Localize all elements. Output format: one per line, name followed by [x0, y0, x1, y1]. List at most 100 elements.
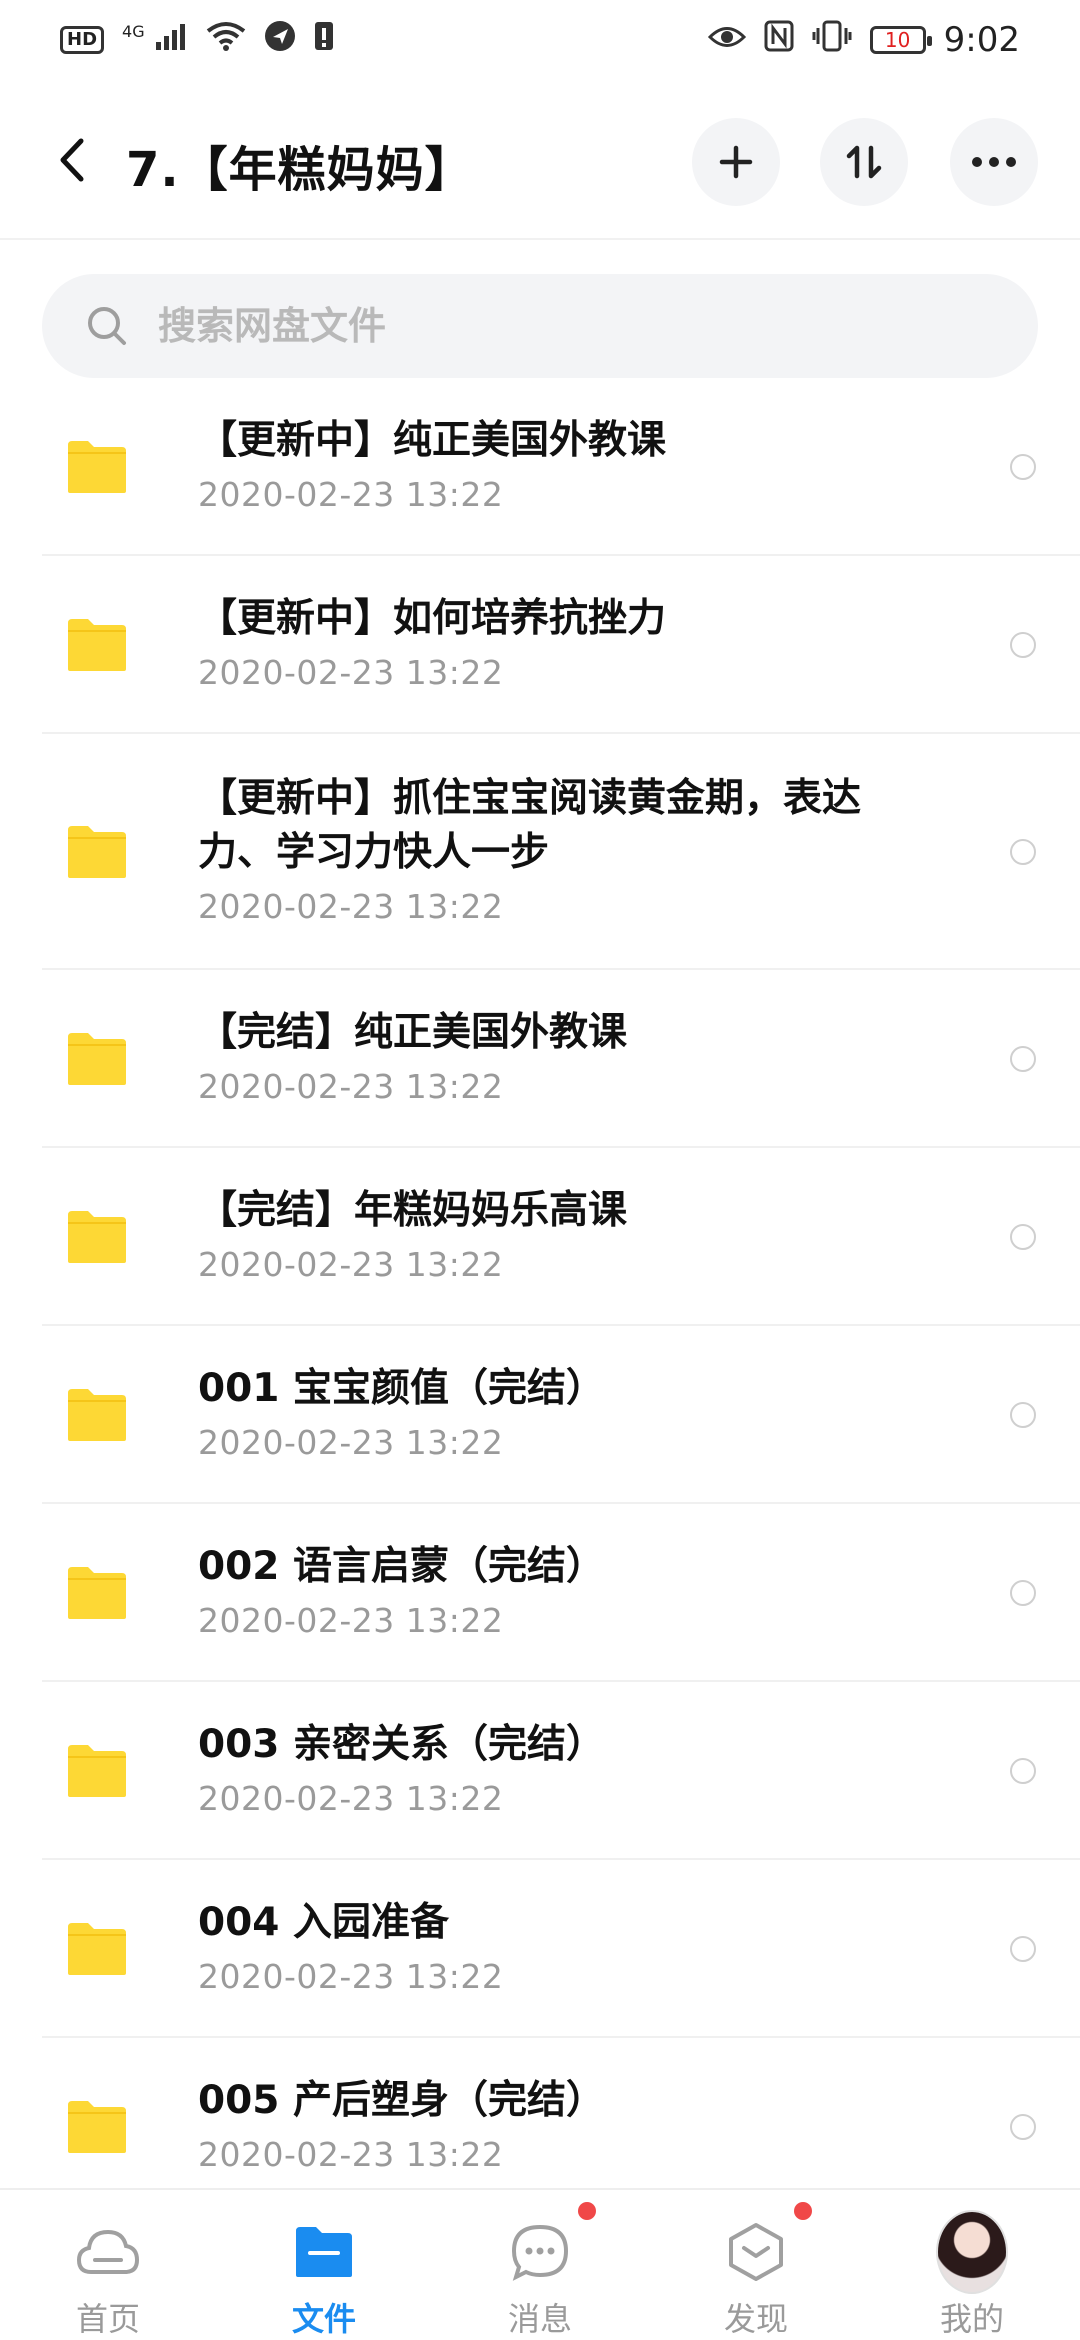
- file-text: 001 宝宝颜值（完结） 2020-02-23 13:22: [198, 1362, 918, 1468]
- nav-profile[interactable]: 我的: [864, 2190, 1080, 2340]
- plus-icon: [719, 145, 753, 179]
- file-date: 2020-02-23 13:22: [198, 1423, 504, 1462]
- nav-messages[interactable]: 消息: [432, 2190, 648, 2340]
- sort-icon: [846, 145, 882, 179]
- file-text: 【更新中】纯正美国外教课 2020-02-23 13:22: [198, 414, 918, 520]
- avatar: [936, 2210, 1008, 2294]
- file-date: 2020-02-23 13:22: [198, 475, 504, 514]
- status-right: 10 9:02: [707, 20, 1020, 60]
- nav-home[interactable]: 首页: [0, 2190, 216, 2340]
- file-name: 【完结】纯正美国外教课: [198, 1010, 628, 1055]
- nav-label: 消息: [507, 2300, 572, 2338]
- search-bar[interactable]: [42, 274, 1038, 378]
- status-time: 9:02: [943, 20, 1020, 60]
- file-date: 2020-02-23 13:22: [198, 653, 504, 692]
- file-text: 【更新中】如何培养抗挫力 2020-02-23 13:22: [198, 592, 918, 698]
- file-text: 002 语言启蒙（完结） 2020-02-23 13:22: [198, 1540, 918, 1646]
- file-row[interactable]: 【更新中】抓住宝宝阅读黄金期，表达力、学习力快人一步 2020-02-23 13…: [0, 734, 1080, 970]
- select-radio[interactable]: [1010, 839, 1036, 865]
- file-text: 004 入园准备 2020-02-23 13:22: [198, 1896, 918, 2002]
- file-date: 2020-02-23 13:22: [198, 1957, 504, 1996]
- sort-button[interactable]: [820, 118, 908, 206]
- file-row[interactable]: 【完结】年糕妈妈乐高课 2020-02-23 13:22: [0, 1148, 1080, 1326]
- file-row[interactable]: 001 宝宝颜值（完结） 2020-02-23 13:22: [0, 1326, 1080, 1504]
- select-radio[interactable]: [1010, 2114, 1036, 2140]
- network-label: 4G: [122, 22, 145, 41]
- folder-icon: [68, 1745, 126, 1797]
- file-row[interactable]: 002 语言启蒙（完结） 2020-02-23 13:22: [0, 1504, 1080, 1682]
- file-name: 005 产后塑身（完结）: [198, 2078, 605, 2123]
- folder-icon: [68, 2101, 126, 2153]
- folder-icon: [288, 2216, 360, 2288]
- select-radio[interactable]: [1010, 454, 1036, 480]
- file-name: 【更新中】纯正美国外教课: [198, 418, 667, 463]
- select-radio[interactable]: [1010, 1224, 1036, 1250]
- file-row[interactable]: 【更新中】如何培养抗挫力 2020-02-23 13:22: [0, 556, 1080, 734]
- nav-discover[interactable]: 发现: [648, 2190, 864, 2340]
- file-row[interactable]: 004 入园准备 2020-02-23 13:22: [0, 1860, 1080, 2038]
- file-row[interactable]: 003 亲密关系（完结） 2020-02-23 13:22: [0, 1682, 1080, 1860]
- file-date: 2020-02-23 13:22: [198, 1779, 504, 1818]
- file-date: 2020-02-23 13:22: [198, 1601, 504, 1640]
- eye-icon: [707, 23, 746, 58]
- search-icon: [88, 307, 126, 345]
- discover-icon: [720, 2216, 792, 2288]
- select-radio[interactable]: [1010, 1580, 1036, 1606]
- status-bar: HD 4G 10 9:02: [0, 0, 1080, 80]
- folder-icon: [68, 1211, 126, 1263]
- file-text: 005 产后塑身（完结） 2020-02-23 13:22: [198, 2074, 918, 2180]
- folder-icon: [68, 826, 126, 878]
- folder-icon: [68, 619, 126, 671]
- more-icon: [972, 157, 1016, 167]
- message-icon: [504, 2216, 576, 2288]
- hd-badge: HD: [60, 26, 105, 54]
- page-title: 7.【年糕妈妈】: [126, 142, 474, 198]
- file-row[interactable]: 【更新中】纯正美国外教课 2020-02-23 13:22: [0, 378, 1080, 556]
- nav-files[interactable]: 文件: [216, 2190, 432, 2340]
- battery-icon: 10: [869, 26, 932, 54]
- file-date: 2020-02-23 13:22: [198, 1067, 504, 1106]
- notification-dot: [794, 2202, 812, 2220]
- file-row[interactable]: 【完结】纯正美国外教课 2020-02-23 13:22: [0, 970, 1080, 1148]
- alert-icon: [314, 20, 334, 60]
- file-text: 003 亲密关系（完结） 2020-02-23 13:22: [198, 1718, 918, 1824]
- select-radio[interactable]: [1010, 1402, 1036, 1428]
- nav-label: 首页: [75, 2300, 140, 2338]
- app-screen: HD 4G 10 9:02 7.【年糕妈妈】 搜索网盘文件 【更新中】纯正美国外…: [0, 0, 1080, 2340]
- file-name: 002 语言启蒙（完结）: [198, 1544, 605, 1589]
- file-text: 【完结】年糕妈妈乐高课 2020-02-23 13:22: [198, 1184, 918, 1290]
- header-bar: 7.【年糕妈妈】: [0, 80, 1080, 240]
- file-name: 【更新中】如何培养抗挫力: [198, 596, 667, 641]
- select-radio[interactable]: [1010, 1046, 1036, 1072]
- more-button[interactable]: [950, 118, 1038, 206]
- status-left: HD 4G: [60, 20, 334, 60]
- folder-icon: [68, 1567, 126, 1619]
- wifi-icon: [206, 21, 246, 59]
- user-avatar: [936, 2210, 1008, 2294]
- folder-icon: [68, 1923, 126, 1975]
- nav-label: 发现: [723, 2300, 788, 2338]
- location-icon: [264, 20, 296, 60]
- file-name: 【更新中】抓住宝宝阅读黄金期，表达力、学习力快人一步: [198, 776, 862, 875]
- add-button[interactable]: [692, 118, 780, 206]
- file-name: 003 亲密关系（完结）: [198, 1722, 605, 1767]
- select-radio[interactable]: [1010, 1936, 1036, 1962]
- back-button[interactable]: [48, 136, 96, 184]
- nav-label: 我的: [939, 2300, 1004, 2338]
- select-radio[interactable]: [1010, 1758, 1036, 1784]
- nav-label: 文件: [291, 2300, 356, 2338]
- cloud-icon: [72, 2216, 144, 2288]
- folder-icon: [68, 1389, 126, 1441]
- file-date: 2020-02-23 13:22: [198, 1245, 504, 1284]
- select-radio[interactable]: [1010, 632, 1036, 658]
- notification-dot: [578, 2202, 596, 2220]
- file-date: 2020-02-23 13:22: [198, 887, 504, 926]
- file-name: 【完结】年糕妈妈乐高课: [198, 1188, 628, 1233]
- file-date: 2020-02-23 13:22: [198, 2135, 504, 2174]
- file-text: 【完结】纯正美国外教课 2020-02-23 13:22: [198, 1006, 918, 1112]
- file-name: 004 入园准备: [198, 1900, 449, 1945]
- folder-icon: [68, 441, 126, 493]
- search-input[interactable]: [158, 304, 958, 348]
- vibrate-icon: [812, 20, 852, 60]
- signal-icon: 4G: [122, 22, 188, 58]
